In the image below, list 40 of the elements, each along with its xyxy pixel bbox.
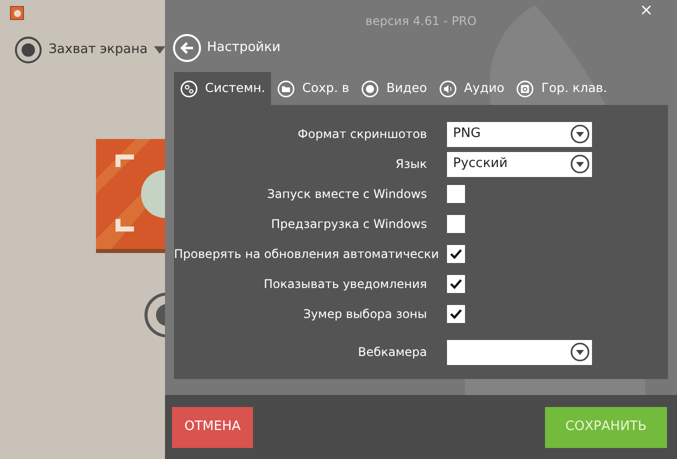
record-icon bbox=[144, 292, 165, 338]
dropdown-field[interactable]: PNG bbox=[447, 122, 592, 146]
folder-icon bbox=[277, 80, 296, 98]
checkbox[interactable] bbox=[447, 215, 465, 233]
setting-label: Запуск вместе с Windows bbox=[266, 186, 428, 203]
cancel-button[interactable]: ОТМЕНА bbox=[172, 406, 253, 448]
checkmark-icon bbox=[450, 249, 462, 259]
app-logo-icon bbox=[10, 6, 24, 20]
setting-label: Формат скриншотов bbox=[296, 126, 428, 143]
back-arrow-icon bbox=[180, 41, 194, 55]
dropdown-field[interactable] bbox=[447, 340, 592, 364]
setting-label: Показывать уведомления bbox=[262, 276, 428, 293]
capture-mode-dropdown[interactable]: Захват экрана bbox=[14, 34, 165, 66]
speaker-icon bbox=[439, 80, 457, 98]
settings-tab[interactable]: Видео bbox=[355, 72, 433, 105]
settings-tab[interactable]: Гор. клав. bbox=[510, 72, 614, 105]
settings-tab[interactable]: Аудио bbox=[433, 72, 510, 105]
caret-icon bbox=[154, 46, 165, 54]
record-icon bbox=[14, 35, 43, 65]
checkbox[interactable] bbox=[447, 245, 465, 263]
setting-label: Проверять на обновления автоматически bbox=[174, 246, 440, 263]
setting-label: Предзагрузка с Windows bbox=[270, 216, 428, 233]
checkbox[interactable] bbox=[447, 185, 465, 203]
checkmark-icon bbox=[450, 309, 462, 319]
dropdown-field[interactable]: Русский bbox=[447, 152, 592, 176]
settings-tab[interactable]: Системн. bbox=[174, 72, 272, 105]
setting-label: Вебкамера bbox=[356, 344, 428, 361]
close-button[interactable]: × bbox=[640, 2, 653, 18]
checkbox[interactable] bbox=[447, 305, 465, 323]
gears-icon bbox=[180, 80, 198, 98]
setting-label: Зумер выбора зоны bbox=[302, 306, 428, 323]
key-icon bbox=[516, 80, 534, 98]
checkmark-icon bbox=[450, 279, 462, 289]
checkbox[interactable] bbox=[447, 275, 465, 293]
settings-title: Настройки bbox=[207, 39, 280, 58]
version-label: версия 4.61 - PRO bbox=[365, 13, 477, 30]
setting-label: Язык bbox=[394, 156, 428, 173]
back-button[interactable] bbox=[173, 34, 201, 62]
record-icon bbox=[361, 80, 380, 98]
settings-tab[interactable]: Сохр. в bbox=[271, 72, 356, 105]
